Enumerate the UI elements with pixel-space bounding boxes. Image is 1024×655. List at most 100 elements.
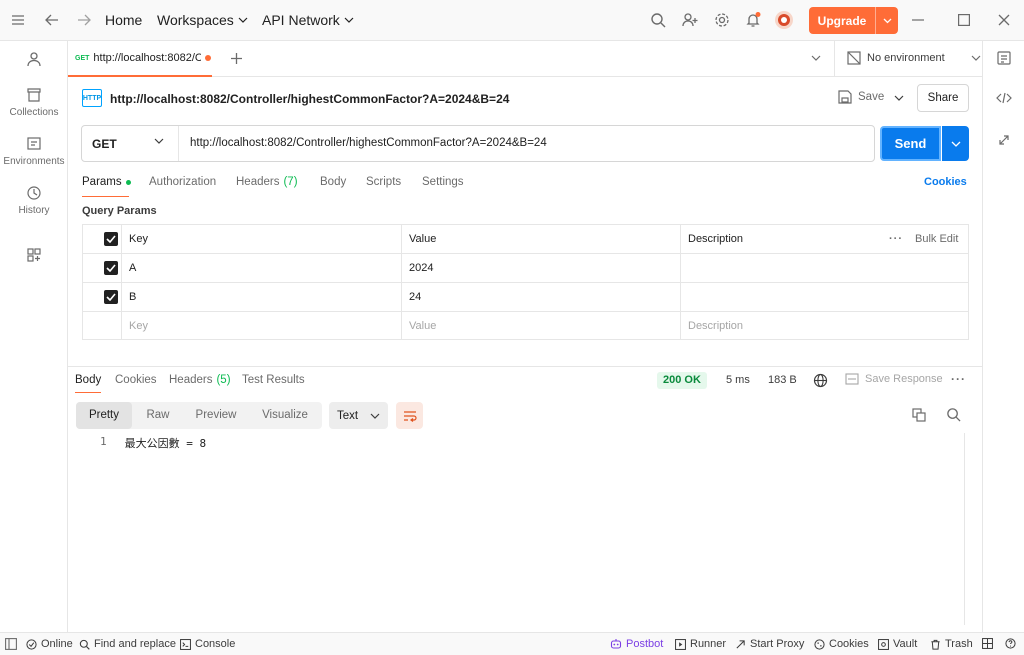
tab-scripts[interactable]: Scripts bbox=[366, 176, 401, 188]
response-time[interactable]: 5 ms bbox=[726, 374, 750, 386]
account-icon[interactable] bbox=[0, 51, 68, 67]
trash-button[interactable]: Trash bbox=[930, 638, 973, 650]
save-button[interactable]: Save bbox=[838, 90, 884, 104]
row-checkbox[interactable] bbox=[104, 290, 118, 304]
response-tab-headers[interactable]: Headers (5) bbox=[169, 374, 231, 386]
gear-icon[interactable] bbox=[712, 10, 732, 30]
toggle-sidebar-icon[interactable] bbox=[5, 638, 17, 650]
sidebar-item-environments[interactable]: Environments bbox=[0, 136, 68, 167]
more-options-icon[interactable]: ··· bbox=[889, 225, 903, 253]
row-checkbox[interactable] bbox=[104, 261, 118, 275]
environment-quick-look-icon[interactable] bbox=[996, 50, 1012, 66]
online-status[interactable]: Online bbox=[26, 638, 73, 650]
send-button[interactable]: Send bbox=[880, 126, 941, 161]
format-raw[interactable]: Raw bbox=[132, 402, 184, 429]
start-proxy-button[interactable]: Start Proxy bbox=[735, 638, 804, 650]
response-tab-cookies[interactable]: Cookies bbox=[115, 374, 157, 386]
new-description-input[interactable]: Description bbox=[680, 312, 743, 340]
tab-settings[interactable]: Settings bbox=[422, 176, 464, 188]
scrollbar[interactable] bbox=[964, 433, 965, 625]
response-size[interactable]: 183 B bbox=[768, 374, 797, 386]
param-description-cell[interactable] bbox=[680, 254, 688, 282]
status-badge[interactable]: 200 OK bbox=[657, 372, 707, 389]
upgrade-button[interactable]: Upgrade bbox=[809, 7, 898, 34]
request-tab[interactable]: GET http://localhost:8082/Co bbox=[68, 41, 212, 77]
environment-selector[interactable]: No environment bbox=[847, 51, 981, 65]
trash-label: Trash bbox=[945, 638, 973, 650]
save-options-chevron-icon[interactable] bbox=[894, 95, 904, 101]
layout-grid-icon[interactable] bbox=[982, 638, 993, 649]
param-value-cell[interactable]: 24 bbox=[401, 283, 421, 311]
related-collections-icon[interactable] bbox=[996, 132, 1012, 148]
send-options-chevron-icon[interactable] bbox=[942, 126, 969, 161]
more-options-icon[interactable]: ··· bbox=[951, 372, 966, 386]
forward-arrow-icon[interactable] bbox=[74, 10, 94, 30]
save-label: Save bbox=[858, 91, 885, 103]
tab-method: GET bbox=[75, 54, 90, 62]
sidebar-item-history[interactable]: History bbox=[0, 185, 68, 216]
postbot-button[interactable]: Postbot bbox=[610, 638, 663, 650]
response-type-select[interactable]: Text bbox=[329, 402, 388, 429]
api-network-menu[interactable]: API Network bbox=[262, 12, 354, 28]
sidebar-item-label: Environments bbox=[3, 156, 65, 167]
close-icon[interactable] bbox=[994, 10, 1014, 30]
find-replace-button[interactable]: Find and replace bbox=[79, 638, 176, 650]
url-input[interactable] bbox=[190, 126, 870, 161]
tab-body[interactable]: Body bbox=[320, 176, 346, 188]
new-key-input[interactable]: Key bbox=[121, 312, 148, 340]
tab-headers[interactable]: Headers (7) bbox=[236, 176, 298, 188]
chevron-down-icon[interactable] bbox=[876, 18, 898, 24]
menu-icon[interactable] bbox=[8, 10, 28, 30]
back-arrow-icon[interactable] bbox=[42, 10, 62, 30]
sidebar-item-collections[interactable]: Collections bbox=[0, 87, 68, 118]
response-body-text[interactable]: 最大公因數 = 8 bbox=[125, 435, 207, 451]
workspaces-menu[interactable]: Workspaces bbox=[157, 12, 248, 28]
param-key-cell[interactable]: A bbox=[121, 254, 136, 282]
format-preview[interactable]: Preview bbox=[184, 402, 248, 429]
vault-button[interactable]: Vault bbox=[878, 638, 917, 650]
tab-authorization[interactable]: Authorization bbox=[149, 176, 216, 188]
request-title[interactable]: http://localhost:8082/Controller/highest… bbox=[110, 92, 509, 106]
tab-params[interactable]: Params bbox=[82, 176, 131, 188]
param-key-cell[interactable]: B bbox=[121, 283, 136, 311]
format-visualize[interactable]: Visualize bbox=[248, 402, 322, 429]
response-tab-body[interactable]: Body bbox=[75, 374, 101, 386]
param-description-cell[interactable] bbox=[680, 283, 688, 311]
search-icon[interactable] bbox=[946, 407, 961, 422]
method-select[interactable]: GET bbox=[82, 126, 179, 161]
cookies-button[interactable]: Cookies bbox=[814, 638, 869, 650]
select-all-checkbox[interactable] bbox=[104, 232, 118, 246]
checkmark-icon bbox=[106, 264, 116, 272]
wrap-lines-icon[interactable] bbox=[396, 402, 423, 429]
param-value-cell[interactable]: 2024 bbox=[401, 254, 433, 282]
column-header-description: Description bbox=[688, 233, 744, 245]
copy-icon[interactable] bbox=[912, 408, 926, 422]
runner-button[interactable]: Runner bbox=[675, 638, 726, 650]
minimize-icon[interactable] bbox=[908, 10, 928, 30]
response-divider[interactable] bbox=[68, 366, 982, 367]
notification-bell-icon[interactable] bbox=[743, 10, 763, 30]
bulk-edit-button[interactable]: ··· Bulk Edit bbox=[881, 225, 958, 253]
home-link[interactable]: Home bbox=[105, 12, 142, 28]
cookies-link[interactable]: Cookies bbox=[924, 176, 967, 188]
avatar[interactable] bbox=[774, 10, 794, 30]
help-icon[interactable] bbox=[1005, 638, 1016, 649]
format-pretty[interactable]: Pretty bbox=[76, 402, 132, 429]
new-tab-plus-icon[interactable] bbox=[230, 52, 243, 65]
add-workbench-icon[interactable] bbox=[0, 247, 68, 263]
invite-user-icon[interactable] bbox=[680, 10, 700, 30]
response-tab-test-results[interactable]: Test Results bbox=[242, 374, 305, 386]
new-value-input[interactable]: Value bbox=[401, 312, 436, 340]
tabs-dropdown-icon[interactable] bbox=[811, 55, 821, 61]
share-button[interactable]: Share bbox=[917, 84, 969, 112]
search-icon[interactable] bbox=[648, 10, 668, 30]
response-type-label: Text bbox=[337, 409, 359, 422]
console-button[interactable]: Console bbox=[180, 638, 235, 650]
code-icon[interactable] bbox=[996, 90, 1012, 106]
globe-icon[interactable] bbox=[813, 373, 828, 388]
workspaces-label: Workspaces bbox=[157, 12, 234, 28]
format-tabs: Pretty Raw Preview Visualize bbox=[76, 402, 322, 429]
maximize-icon[interactable] bbox=[954, 10, 974, 30]
save-response-button[interactable]: Save Response bbox=[845, 373, 943, 385]
environment-label: No environment bbox=[867, 52, 945, 64]
